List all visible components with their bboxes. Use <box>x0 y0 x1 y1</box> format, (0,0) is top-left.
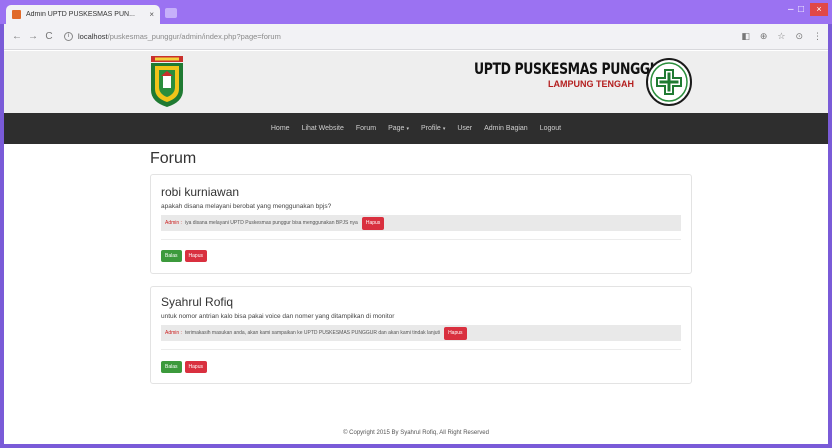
nav-logout[interactable]: Logout <box>540 125 561 132</box>
delete-reply-button[interactable]: Hapus <box>361 216 385 230</box>
nav-home[interactable]: Home <box>271 125 290 132</box>
nav-page-dropdown[interactable]: Page ▾ <box>388 125 409 132</box>
extension-icon[interactable]: ◧ <box>741 31 750 42</box>
post-author: robi kurniawan <box>161 185 240 199</box>
site-navbar: Home Lihat Website Forum Page ▾ Profile ▾ … <box>4 113 828 144</box>
post-divider <box>161 239 681 240</box>
forum-post: Syahrul Rofiq untuk nomor antrian kalo b… <box>150 286 692 384</box>
nav-profile-label: Profile <box>420 125 441 132</box>
nav-profile-dropdown[interactable]: Profile ▾ <box>421 125 445 132</box>
hapus-button[interactable]: Hapus <box>184 361 207 373</box>
site-header: UPTD PUSKESMAS PUNGGUR LAMPUNG TENGAH <box>4 51 828 113</box>
url-path: /puskesmas_punggur/admin/index.php?page=… <box>107 32 281 41</box>
site-favicon-icon <box>12 10 21 19</box>
puskesmas-banner: UPTD PUSKESMAS PUNGGUR LAMPUNG TENGAH <box>474 59 669 99</box>
nav-admin-bagian[interactable]: Admin Bagian <box>484 125 528 132</box>
menu-icon[interactable]: ⋮ <box>813 31 822 42</box>
page-title: Forum <box>150 150 197 167</box>
forward-icon[interactable]: → <box>26 31 40 42</box>
balas-button[interactable]: Balas <box>161 361 182 373</box>
nav-user[interactable]: User <box>457 125 472 132</box>
admin-reply: Admin : terimakasih masukan anda, akan k… <box>161 325 681 341</box>
browser-toolbar: ← → C i localhost /puskesmas_punggur/adm… <box>4 24 828 50</box>
nav-page-label: Page <box>388 125 405 132</box>
bookmark-star-icon[interactable]: ☆ <box>777 31 785 42</box>
admin-reply: Admin : iya disana melayani UPTD Puskesm… <box>161 215 681 231</box>
chevron-down-icon: ▾ <box>406 126 409 132</box>
post-actions: Balas Hapus <box>161 250 207 262</box>
page-footer: © Copyright 2015 By Syahrul Rofiq, All R… <box>343 430 489 436</box>
delete-reply-button[interactable]: Hapus <box>444 326 467 340</box>
nav-lihat-website[interactable]: Lihat Website <box>302 125 344 132</box>
nav-forum[interactable]: Forum <box>356 125 376 132</box>
address-bar[interactable]: i localhost /puskesmas_punggur/admin/ind… <box>64 28 733 46</box>
balas-button[interactable]: Balas <box>161 250 182 262</box>
browser-tab[interactable]: Admin UPTD PUSKESMAS PUN... × <box>6 5 160 24</box>
tab-close-icon[interactable]: × <box>149 10 154 19</box>
forum-post: robi kurniawan apakah disana melayani be… <box>150 174 692 274</box>
profile-icon[interactable]: ⊙ <box>795 31 803 42</box>
back-icon[interactable]: ← <box>10 31 24 42</box>
post-actions: Balas Hapus <box>161 361 207 373</box>
minimize-button[interactable]: – <box>788 4 794 15</box>
puskesmas-cross-logo-icon <box>646 58 692 106</box>
hapus-button[interactable]: Hapus <box>184 250 207 262</box>
chevron-down-icon: ▾ <box>442 126 446 132</box>
post-divider <box>161 349 681 350</box>
lampung-tengah-emblem-icon <box>151 56 183 107</box>
url-host: localhost <box>78 32 108 41</box>
reply-text: terimakasih masukan anda, akan kami samp… <box>184 330 441 336</box>
new-tab-button[interactable] <box>165 8 177 18</box>
reply-admin-label: Admin : <box>165 220 182 226</box>
post-question: apakah disana melayani berobat yang meng… <box>161 203 332 210</box>
site-info-icon[interactable]: i <box>64 32 73 41</box>
reply-admin-label: Admin : <box>165 330 182 336</box>
toolbar-actions: ◧ ⊕ ☆ ⊙ ⋮ <box>741 31 822 42</box>
reply-text: iya disana melayani UPTD Puskesmas pungg… <box>184 220 358 226</box>
reload-icon[interactable]: C <box>42 31 56 42</box>
zoom-icon[interactable]: ⊕ <box>760 31 768 42</box>
maximize-button[interactable]: □ <box>798 4 804 15</box>
post-question: untuk nomor antrian kalo bisa pakai voic… <box>161 313 395 320</box>
banner-title: UPTD PUSKESMAS PUNGGUR <box>474 59 669 78</box>
post-author: Syahrul Rofiq <box>161 295 234 309</box>
banner-subtitle: LAMPUNG TENGAH <box>548 79 634 89</box>
tab-title: Admin UPTD PUSKESMAS PUN... <box>26 11 135 18</box>
tab-strip: Admin UPTD PUSKESMAS PUN... × – □ × <box>0 0 832 24</box>
close-window-button[interactable]: × <box>810 3 828 16</box>
